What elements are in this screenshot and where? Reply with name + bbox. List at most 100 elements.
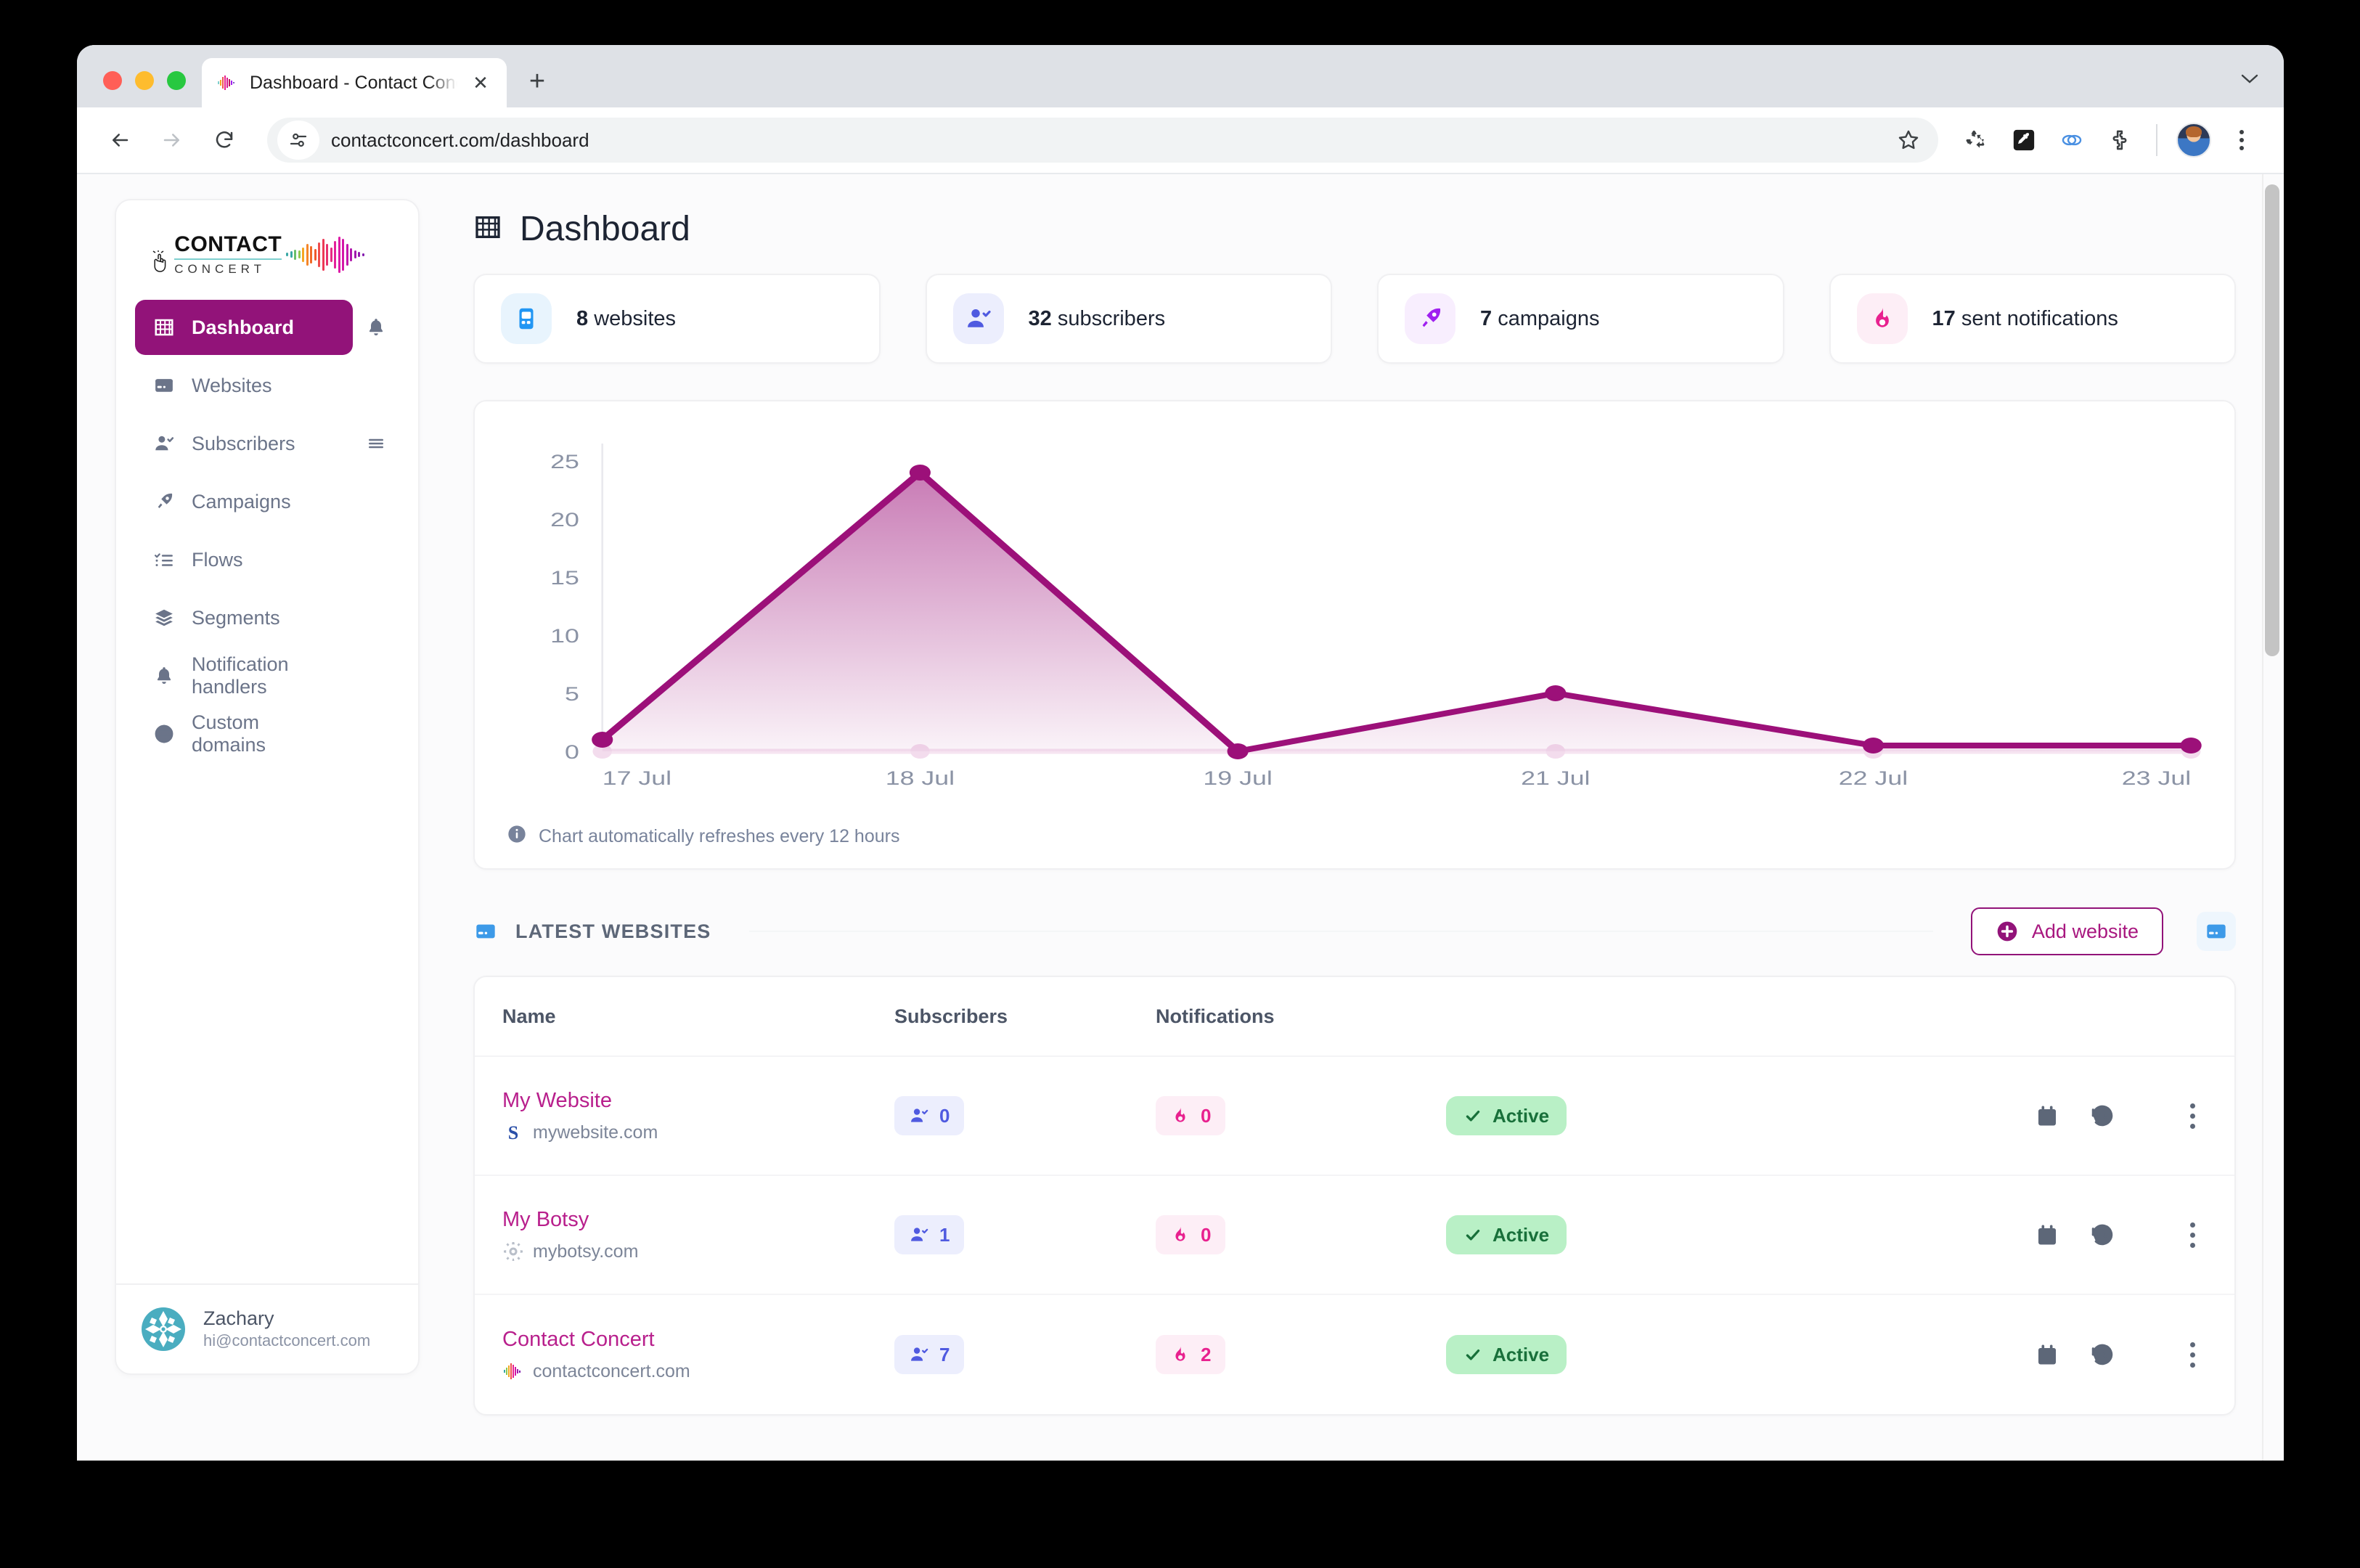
history-icon[interactable]	[2088, 1340, 2117, 1369]
stat-card-sent-notifications[interactable]: 17 sent notifications	[1829, 274, 2237, 364]
notifications-count: 2	[1201, 1344, 1211, 1366]
website-url: contactconcert.com	[502, 1360, 894, 1382]
cell-actions	[2033, 1340, 2149, 1369]
identicon-avatar	[141, 1307, 186, 1352]
gear-icon	[502, 1241, 524, 1262]
tune-icon[interactable]	[277, 121, 319, 160]
three-dot-menu-icon[interactable]	[2221, 120, 2262, 160]
reload-icon[interactable]	[202, 118, 247, 163]
sidebar-item-notification-handlers[interactable]: Notification handlers	[135, 648, 353, 703]
latest-websites-table: Name Subscribers Notifications My Websit…	[473, 976, 2236, 1416]
section-divider	[749, 931, 1933, 932]
website-name-link[interactable]: My Website	[502, 1088, 894, 1114]
layers-icon	[152, 606, 176, 629]
check-icon	[1463, 1225, 1482, 1244]
status-badge: Active	[1446, 1335, 1567, 1374]
stat-card-campaigns[interactable]: 7 campaigns	[1377, 274, 1784, 364]
subscribers-count: 0	[939, 1105, 950, 1127]
sidebar-row-notification-handlers: Notification handlers	[135, 648, 399, 703]
logo-line-2: CONCERT	[174, 263, 282, 275]
sidebar-item-campaigns[interactable]: Campaigns	[135, 474, 353, 529]
website-url-text: mybotsy.com	[533, 1241, 638, 1262]
sidebar-row-segments: Segments	[135, 590, 399, 645]
svg-text:15: 15	[550, 566, 579, 589]
browser-toolbar: contactconcert.com/dashboard	[77, 107, 2284, 174]
stat-cards: 8 websites 32 subscribers 7 campaigns	[473, 274, 2236, 364]
flame-icon	[1170, 1106, 1191, 1126]
sidebar-card: CONTACT CONCERT	[115, 199, 420, 1375]
list-icon[interactable]	[353, 433, 399, 454]
stat-label: 32 subscribers	[1029, 307, 1166, 331]
table-row[interactable]: My Website S mywebsite.com 0	[475, 1057, 2234, 1176]
hand-cursor-icon	[151, 250, 176, 279]
stat-card-subscribers[interactable]: 32 subscribers	[926, 274, 1333, 364]
status-text: Active	[1493, 1224, 1549, 1246]
user-profile[interactable]: Zachary hi@contactconcert.com	[116, 1283, 418, 1373]
bell-icon[interactable]	[353, 317, 399, 338]
browser-icon	[152, 374, 176, 397]
minimize-window-button[interactable]	[135, 71, 154, 90]
address-bar[interactable]: contactconcert.com/dashboard	[267, 118, 1938, 163]
stat-label: 8 websites	[576, 307, 676, 331]
sidebar-item-subscribers[interactable]: Subscribers	[135, 416, 353, 471]
app-logo[interactable]: CONTACT CONCERT	[116, 200, 418, 300]
cell-status: Active	[1446, 1215, 2033, 1254]
browser-icon[interactable]	[2197, 912, 2236, 951]
website-name-link[interactable]: My Botsy	[502, 1207, 894, 1233]
page-scrollbar[interactable]	[2262, 174, 2284, 1461]
sidebar-item-custom-domains[interactable]: Custom domains	[135, 706, 353, 761]
main-content: Dashboard 8 websites 32 subscribers	[440, 174, 2284, 1461]
calendar-icon[interactable]	[2033, 1340, 2062, 1369]
sidebar-spacer	[116, 761, 418, 1283]
sidebar-item-segments[interactable]: Segments	[135, 590, 353, 645]
table-row[interactable]: Contact Concert	[475, 1295, 2234, 1414]
stat-card-websites[interactable]: 8 websites	[473, 274, 881, 364]
three-dot-menu-icon[interactable]	[2178, 1099, 2207, 1132]
stat-unit: campaigns	[1498, 307, 1599, 330]
sidebar-item-label: Dashboard	[192, 317, 294, 339]
subscribers-pill: 0	[894, 1096, 964, 1135]
sidebar-item-label: Flows	[192, 549, 243, 571]
sidebar-item-label: Campaigns	[192, 491, 291, 513]
user-check-icon	[909, 1344, 929, 1365]
new-tab-button[interactable]: +	[517, 61, 558, 102]
three-dot-menu-icon[interactable]	[2178, 1218, 2207, 1251]
subscribers-pill: 1	[894, 1215, 964, 1254]
calendar-icon[interactable]	[2033, 1101, 2062, 1130]
history-icon[interactable]	[2088, 1220, 2117, 1249]
sidebar-item-flows[interactable]: Flows	[135, 532, 353, 587]
sidebar-item-websites[interactable]: Websites	[135, 358, 353, 413]
sidebar-item-dashboard[interactable]: Dashboard	[135, 300, 353, 355]
svg-text:20: 20	[550, 508, 579, 531]
forward-arrow-icon[interactable]	[150, 118, 195, 163]
table-row[interactable]: My Botsy mybotsy.com 1	[475, 1176, 2234, 1295]
website-name-link[interactable]: Contact Concert	[502, 1327, 894, 1352]
svg-text:0: 0	[565, 740, 579, 763]
subscribers-area-chart[interactable]: 051015202517 Jul18 Jul19 Jul21 Jul22 Jul…	[497, 430, 2208, 808]
chevron-down-icon[interactable]	[2240, 70, 2259, 89]
puzzle-icon[interactable]	[2099, 120, 2140, 160]
status-badge: Active	[1446, 1215, 1567, 1254]
browser-icon	[473, 919, 498, 944]
profile-avatar-icon[interactable]	[2173, 120, 2214, 160]
close-window-button[interactable]	[103, 71, 122, 90]
three-dot-menu-icon[interactable]	[2178, 1338, 2207, 1371]
recycle-icon[interactable]	[1956, 120, 1996, 160]
maximize-window-button[interactable]	[167, 71, 186, 90]
cell-menu	[2149, 1099, 2207, 1132]
add-website-button[interactable]: Add website	[1971, 907, 2163, 955]
back-arrow-icon[interactable]	[97, 118, 142, 163]
browser-window: Dashboard - Contact Concert ✕ +	[77, 45, 2284, 1461]
cell-subscribers: 0	[894, 1096, 1156, 1135]
close-tab-button[interactable]: ✕	[467, 70, 494, 96]
browser-icon	[501, 293, 552, 344]
link-icon[interactable]	[2051, 120, 2092, 160]
eyedropper-icon[interactable]	[2004, 120, 2044, 160]
star-icon[interactable]	[1892, 123, 1925, 157]
user-check-icon	[909, 1225, 929, 1245]
history-icon[interactable]	[2088, 1101, 2117, 1130]
scrollbar-thumb[interactable]	[2265, 184, 2279, 656]
section-title: LATEST WEBSITES	[515, 920, 711, 943]
calendar-icon[interactable]	[2033, 1220, 2062, 1249]
browser-tab[interactable]: Dashboard - Contact Concert ✕	[202, 58, 507, 107]
